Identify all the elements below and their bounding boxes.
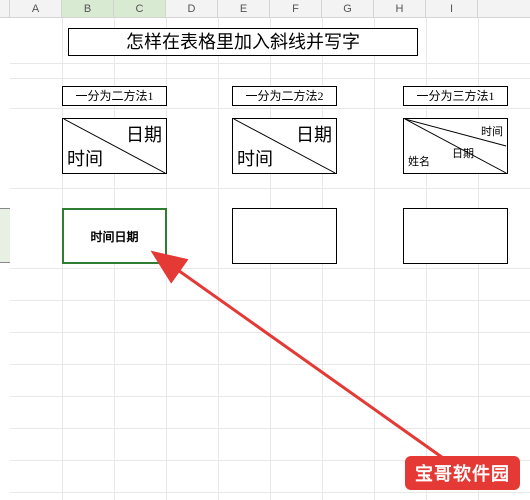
col-header-e[interactable]: E xyxy=(218,0,270,17)
cell3-name: 姓名 xyxy=(408,153,430,169)
fill-handle[interactable] xyxy=(162,259,168,265)
method-label-2: 一分为二方法2 xyxy=(232,86,337,106)
page-title: 怎样在表格里加入斜线并写字 xyxy=(68,28,418,56)
diagonal-cell-1: 日期 时间 xyxy=(62,118,167,174)
cell1-date: 日期 xyxy=(126,121,162,147)
corner-cell[interactable] xyxy=(0,0,10,17)
cell1-time: 时间 xyxy=(67,145,103,171)
diagonal-cell-2: 日期 时间 xyxy=(232,118,337,174)
col-header-i[interactable]: I xyxy=(426,0,478,17)
editing-text: 时间日期 xyxy=(90,230,138,244)
method-label-1: 一分为二方法1 xyxy=(62,86,167,106)
cell2-date: 日期 xyxy=(296,121,332,147)
col-header-a[interactable]: A xyxy=(10,0,62,17)
col-header-g[interactable]: G xyxy=(322,0,374,17)
column-header-row: A B C D E F G H I xyxy=(0,0,530,18)
col-header-h[interactable]: H xyxy=(374,0,426,17)
selected-cell[interactable]: 时间日期 xyxy=(62,208,167,264)
col-header-d[interactable]: D xyxy=(166,0,218,17)
watermark-badge: 宝哥软件园 xyxy=(405,456,520,490)
cell2-time: 时间 xyxy=(237,145,273,171)
empty-cell-2[interactable] xyxy=(232,208,337,264)
col-header-c[interactable]: C xyxy=(114,0,166,17)
row-header-selected[interactable] xyxy=(0,208,10,263)
col-header-b[interactable]: B xyxy=(62,0,114,17)
col-header-f[interactable]: F xyxy=(270,0,322,17)
empty-cell-3[interactable] xyxy=(403,208,508,264)
cell3-time: 时间 xyxy=(481,123,503,139)
triple-diagonal-cell: 时间 日期 姓名 xyxy=(403,118,508,174)
cell3-date: 日期 xyxy=(452,145,474,161)
method-label-3: 一分为三方法1 xyxy=(403,86,508,106)
